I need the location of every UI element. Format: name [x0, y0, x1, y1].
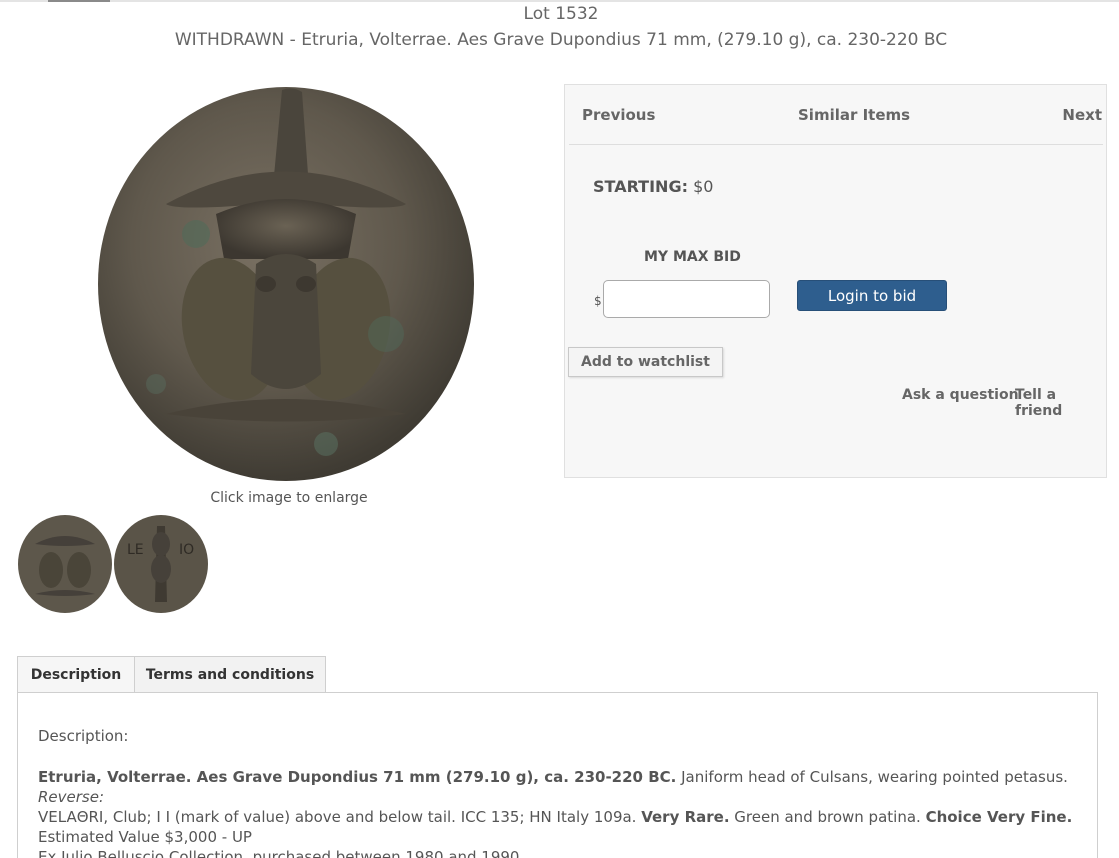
- max-bid-label: MY MAX BID: [644, 249, 741, 265]
- tell-friend-link[interactable]: Tell a friend: [1015, 387, 1106, 419]
- svg-text:IO: IO: [179, 542, 194, 558]
- estimated-value: Estimated Value $3,000 - UP: [38, 828, 252, 846]
- description-heading: Description:: [38, 727, 129, 745]
- coin-obverse-thumbnail[interactable]: [17, 514, 113, 614]
- next-link[interactable]: Next: [1062, 106, 1102, 124]
- ask-question-link[interactable]: Ask a question: [902, 387, 1019, 403]
- patina: Green and brown patina.: [729, 808, 926, 826]
- top-divider: [0, 0, 1119, 2]
- similar-items-link[interactable]: Similar Items: [798, 106, 910, 124]
- lot-number: Lot 1532: [523, 4, 599, 24]
- bid-panel: Previous Similar Items Next STARTING: $0…: [564, 84, 1107, 478]
- description-panel: Description: Etruria, Volterrae. Aes Gra…: [17, 692, 1098, 858]
- previous-link[interactable]: Previous: [582, 106, 655, 124]
- tab-terms-and-conditions[interactable]: Terms and conditions: [134, 656, 326, 693]
- starting-price: STARTING: $0: [593, 177, 713, 196]
- coin-reverse-thumbnail[interactable]: LE IO: [113, 514, 209, 614]
- login-to-bid-button[interactable]: Login to bid: [797, 280, 947, 311]
- max-bid-input[interactable]: [603, 280, 770, 318]
- currency-symbol: $: [594, 294, 602, 308]
- obverse-text: Janiform head of Culsans, wearing pointe…: [676, 768, 1068, 786]
- svg-text:LE: LE: [127, 542, 144, 558]
- rarity: Very Rare.: [641, 808, 730, 826]
- add-to-watchlist-button[interactable]: Add to watchlist: [568, 347, 723, 377]
- description-body: Etruria, Volterrae. Aes Grave Dupondius …: [38, 767, 1088, 858]
- starting-label: STARTING:: [593, 177, 688, 196]
- main-coin-image[interactable]: [96, 84, 476, 482]
- reverse-text: VELAΘRI, Club; I I (mark of value) above…: [38, 808, 642, 826]
- lot-bold-title: Etruria, Volterrae. Aes Grave Dupondius …: [38, 768, 677, 786]
- panel-divider: [569, 144, 1103, 145]
- top-tab-indicator: [48, 0, 110, 2]
- lot-title: WITHDRAWN - Etruria, Volterrae. Aes Grav…: [174, 30, 948, 50]
- grade: Choice Very Fine.: [925, 808, 1073, 826]
- starting-value: $0: [693, 177, 714, 196]
- tab-description[interactable]: Description: [17, 656, 135, 693]
- enlarge-caption: Click image to enlarge: [210, 490, 368, 506]
- reverse-label: Reverse:: [38, 788, 105, 806]
- provenance: Ex Julio Belluscio Collection, purchased…: [38, 848, 525, 858]
